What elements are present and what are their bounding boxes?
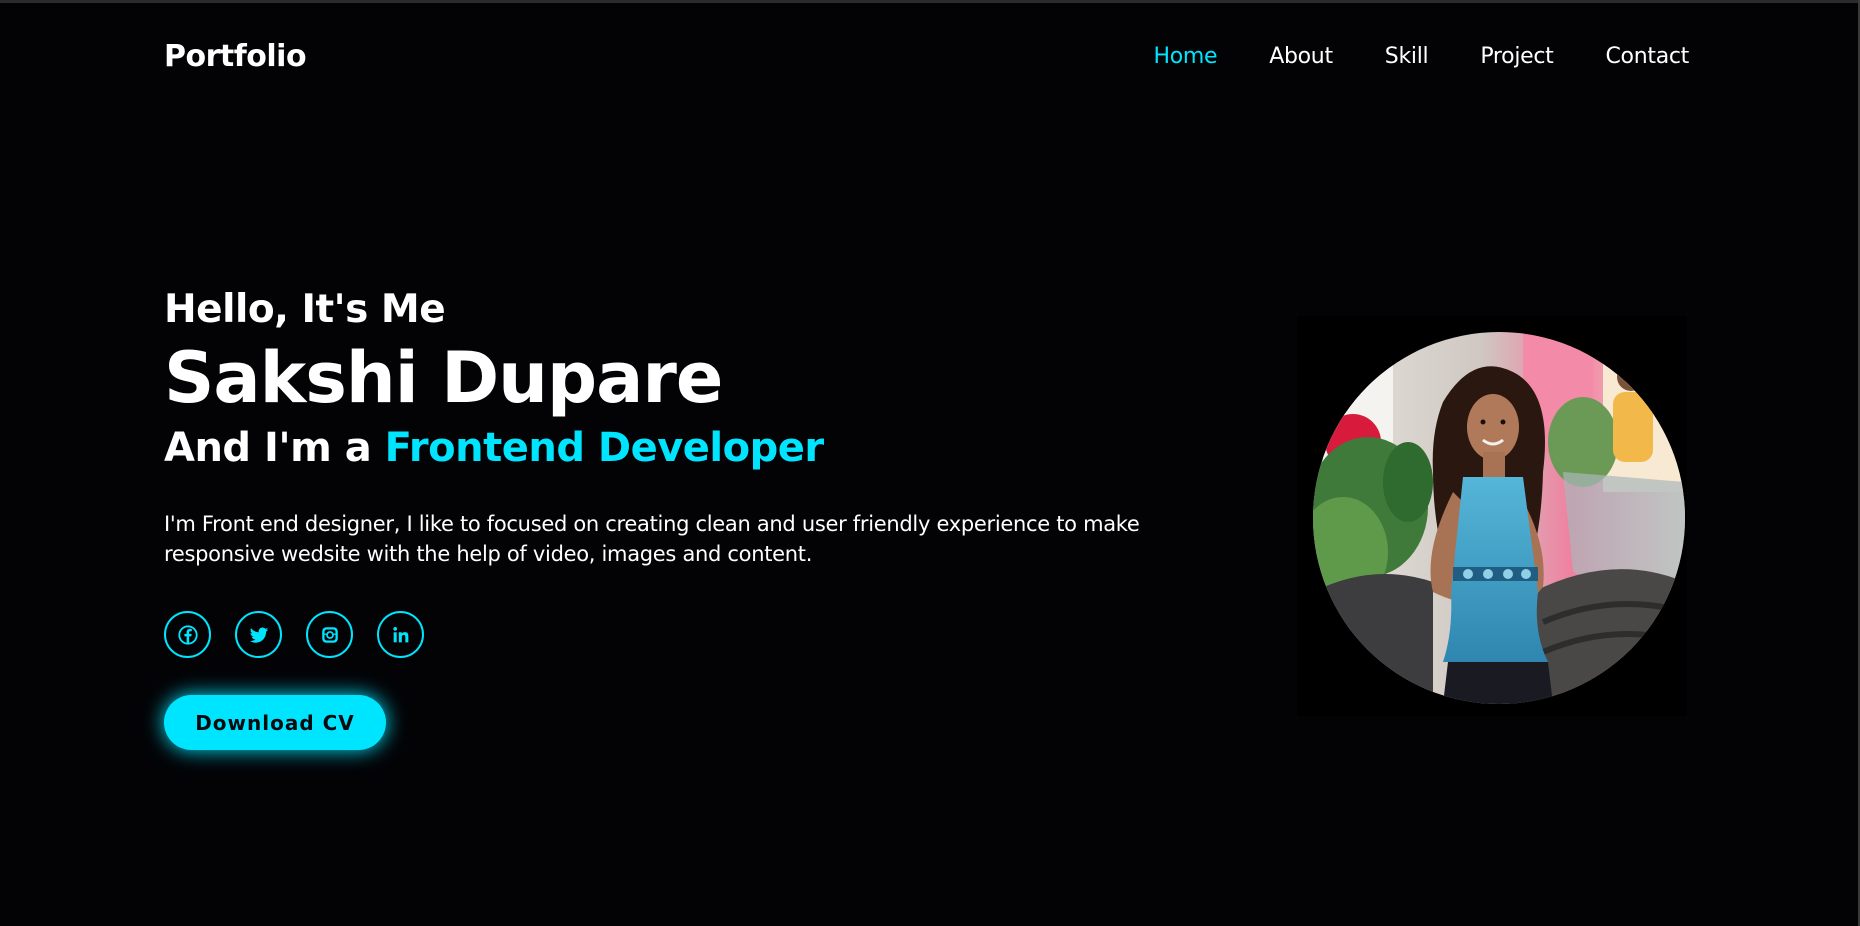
role-prefix: And I'm a (164, 425, 385, 471)
main-nav: Home About Skill Project Contact (1153, 44, 1689, 69)
profile-photo (1313, 332, 1685, 704)
greeting-heading: Hello, It's Me (164, 287, 446, 332)
nav-home[interactable]: Home (1153, 44, 1217, 69)
twitter-link[interactable] (235, 611, 282, 658)
nav-project[interactable]: Project (1480, 44, 1553, 69)
page: Portfolio Home About Skill Project Conta… (0, 3, 1858, 926)
role-heading: And I'm a Frontend Developer (164, 421, 1264, 475)
nav-contact[interactable]: Contact (1606, 44, 1690, 69)
facebook-link[interactable] (164, 611, 211, 658)
nav-skill[interactable]: Skill (1385, 44, 1429, 69)
site-header: Portfolio Home About Skill Project Conta… (164, 31, 1689, 81)
linkedin-link[interactable] (377, 611, 424, 658)
hero-description: I'm Front end designer, I like to focuse… (164, 512, 1140, 566)
instagram-link[interactable] (306, 611, 353, 658)
download-cv-button[interactable]: Download CV (164, 695, 386, 750)
social-links (164, 611, 1264, 658)
twitter-icon (248, 624, 270, 646)
facebook-icon (177, 624, 199, 646)
profile-photo-frame (1297, 316, 1687, 716)
instagram-icon (319, 624, 341, 646)
role-highlight: Frontend Developer (384, 425, 824, 471)
hero-section: Hello, It's Me Sakshi Dupare And I'm a F… (164, 285, 1264, 750)
logo[interactable]: Portfolio (164, 39, 307, 74)
linkedin-icon (390, 624, 412, 646)
name-heading: Sakshi Dupare (164, 337, 723, 419)
nav-about[interactable]: About (1269, 44, 1333, 69)
